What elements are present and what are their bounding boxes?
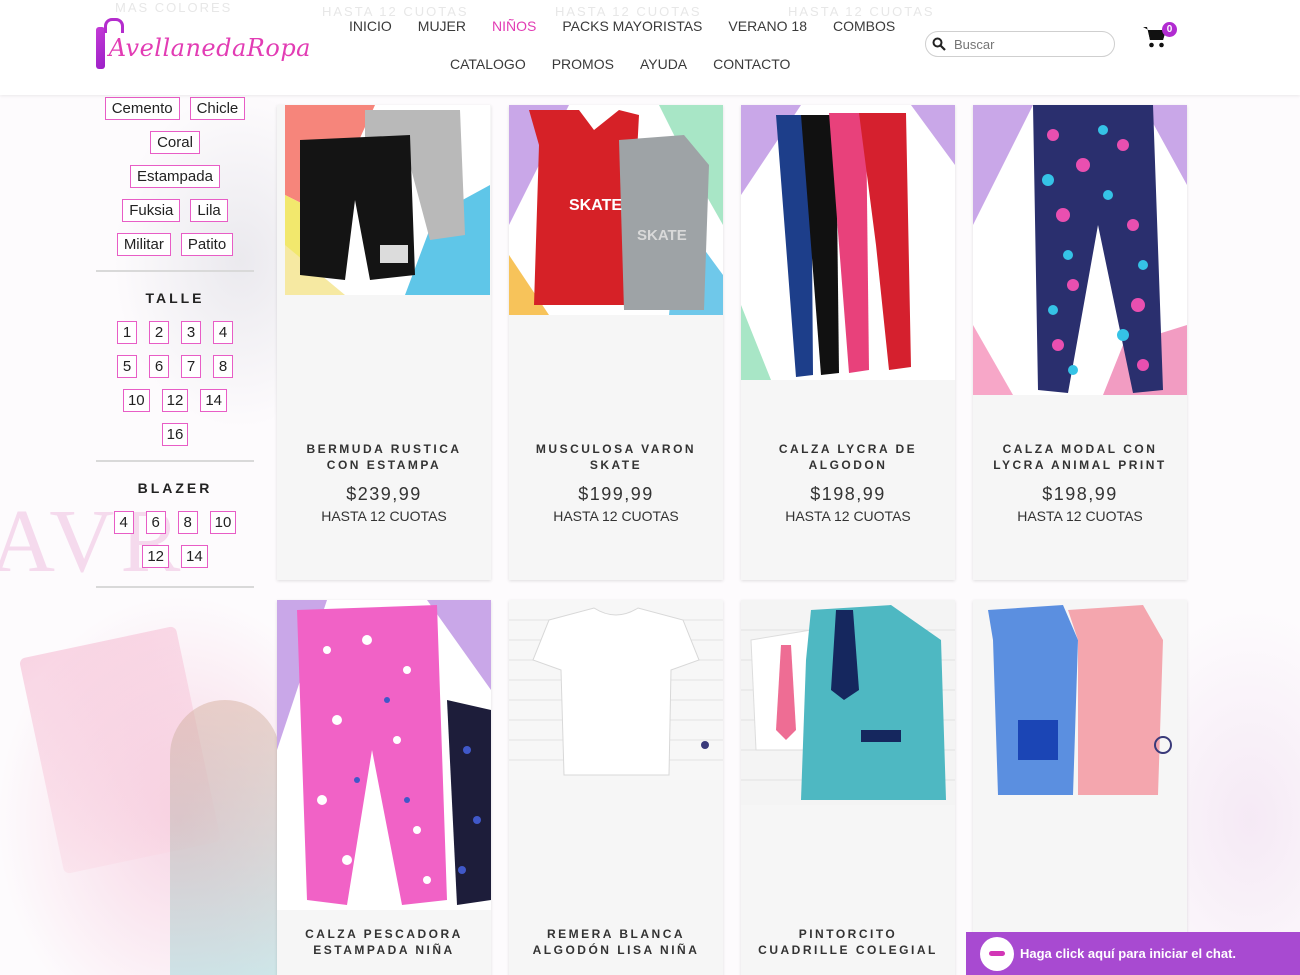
product-name: CALZA LYCRA DE ALGODON [778,442,918,472]
product-card[interactable]: PINTORCITO CUADRILLE COLEGIAL [741,600,955,975]
size-chip[interactable]: 16 [161,423,189,446]
product-card[interactable]: CALZA PESCADORA ESTAMPADA NIÑA [277,600,491,975]
product-name: PINTORCITO CUADRILLE COLEGIAL [758,927,938,957]
product-image [741,600,955,805]
product-image [741,105,955,380]
size-chip[interactable]: 10 [209,511,237,534]
talle-title: TALLE [145,290,205,306]
product-image: SKATE SKATE [509,105,723,315]
product-card[interactable]: SKATE SKATE MUSCULOSA VARON SKATE $199,9… [509,105,723,580]
product-installments: HASTA 12 CUOTAS [321,508,447,524]
site-logo[interactable]: AvellanedaRopa [96,18,311,74]
talle-filter: TALLE 1 2 3 4 5 6 7 8 10 12 14 16 [96,270,254,446]
shopping-bag-icon [96,18,124,69]
chat-avatar [980,936,1014,971]
size-chip[interactable]: 6 [149,355,169,378]
nav-inicio[interactable]: INICIO [349,18,392,34]
size-chip[interactable]: 4 [213,321,233,344]
nav-combos[interactable]: COMBOS [833,18,895,34]
ghost-text: MAS COLORES [115,0,233,15]
size-chip[interactable]: 8 [213,355,233,378]
product-card[interactable]: CALZA MODAL CON LYCRA ANIMAL PRINT $198,… [973,105,1187,580]
main-nav-row-1: INICIO MUJER NIÑOS PACKS MAYORISTAS VERA… [349,18,921,34]
search-box [925,31,1115,57]
svg-text:SKATE: SKATE [637,227,687,244]
sidebar-divider [96,586,254,588]
product-image [973,105,1187,395]
product-image [509,600,723,780]
product-price: $199,99 [578,484,654,504]
product-image [277,600,491,910]
color-filter-chip[interactable]: Militar [116,233,171,256]
size-chip[interactable]: 5 [117,355,137,378]
nav-catalogo[interactable]: CATALOGO [450,56,526,72]
size-chip[interactable]: 8 [177,511,198,534]
svg-text:SKATE: SKATE [569,197,622,214]
cart-count-badge: 0 [1162,22,1177,37]
logo-text: AvellanedaRopa [108,34,311,62]
product-installments: HASTA 12 CUOTAS [785,508,911,524]
nav-contacto[interactable]: CONTACTO [713,56,790,72]
size-chip[interactable]: 3 [181,321,201,344]
color-filter-chip[interactable]: Lila [190,199,228,222]
color-filter-chip[interactable]: Fuksia [122,199,181,222]
blazer-filter: BLAZER 4 6 8 10 12 14 [96,460,254,568]
ghost-text: HASTA 12 CUOTAS [555,4,702,19]
color-filter-chip[interactable]: Estampada [130,165,220,188]
nav-packs-mayoristas[interactable]: PACKS MAYORISTAS [562,18,702,34]
chat-launcher[interactable]: Haga click aquí para iniciar el chat. [966,932,1300,975]
product-card[interactable] [973,600,1187,975]
search-icon[interactable] [932,37,946,51]
site-header: MAS COLORES HASTA 12 CUOTAS HASTA 12 CUO… [0,0,1300,95]
color-filter-chip[interactable]: Cemento [104,97,180,120]
nav-verano-18[interactable]: VERANO 18 [728,18,807,34]
product-image [973,600,1187,800]
size-chip[interactable]: 6 [145,511,166,534]
size-chip[interactable]: 4 [113,511,134,534]
product-name: REMERA BLANCA ALGODÓN LISA NIÑA [532,927,700,957]
product-image [285,105,490,295]
product-name: CALZA MODAL CON LYCRA ANIMAL PRINT [993,442,1167,472]
nav-promos[interactable]: PROMOS [552,56,614,72]
product-name: BERMUDA RUSTICA CON ESTAMPA [306,442,462,472]
product-name: MUSCULOSA VARON SKATE [535,442,697,472]
size-chip[interactable]: 10 [122,389,150,412]
product-installments: HASTA 12 CUOTAS [1017,508,1143,524]
size-chip[interactable]: 12 [142,545,169,568]
size-chip[interactable]: 14 [181,545,208,568]
product-name: CALZA PESCADORA ESTAMPADA NIÑA [305,927,463,957]
background-model [170,700,280,975]
ghost-text: HASTA 12 CUOTAS [322,4,469,19]
color-filter-chip[interactable]: Coral [150,131,200,154]
product-installments: HASTA 12 CUOTAS [553,508,679,524]
product-price: $239,99 [346,484,422,504]
product-card[interactable]: BERMUDA RUSTICA CON ESTAMPA $239,99 HAST… [277,105,491,580]
main-nav-row-2: CATALOGO PROMOS AYUDA CONTACTO [450,56,816,72]
size-chip[interactable]: 7 [181,355,201,378]
color-filter-chip[interactable]: Chicle [189,97,246,120]
chat-label: Haga click aquí para iniciar el chat. [1020,946,1237,961]
size-chip[interactable]: 14 [200,389,228,412]
product-card[interactable]: REMERA BLANCA ALGODÓN LISA NIÑA [509,600,723,975]
blazer-title: BLAZER [137,480,213,496]
color-filter-chip[interactable]: Patito [180,233,234,256]
cart-button[interactable]: 0 [1142,22,1180,48]
nav-mujer[interactable]: MUJER [418,18,466,34]
product-price: $198,99 [1042,484,1118,504]
product-card[interactable]: CALZA LYCRA DE ALGODON $198,99 HASTA 12 … [741,105,955,580]
product-price: $198,99 [810,484,886,504]
ghost-text: HASTA 12 CUOTAS [788,4,935,19]
size-chip[interactable]: 12 [161,389,189,412]
nav-ayuda[interactable]: AYUDA [640,56,687,72]
size-chip[interactable]: 1 [117,321,137,344]
size-chip[interactable]: 2 [149,321,169,344]
nav-ninos[interactable]: NIÑOS [492,18,536,34]
filter-sidebar: Cemento Chicle Coral Estampada Fuksia Li… [96,95,254,588]
search-input[interactable] [954,36,1104,52]
